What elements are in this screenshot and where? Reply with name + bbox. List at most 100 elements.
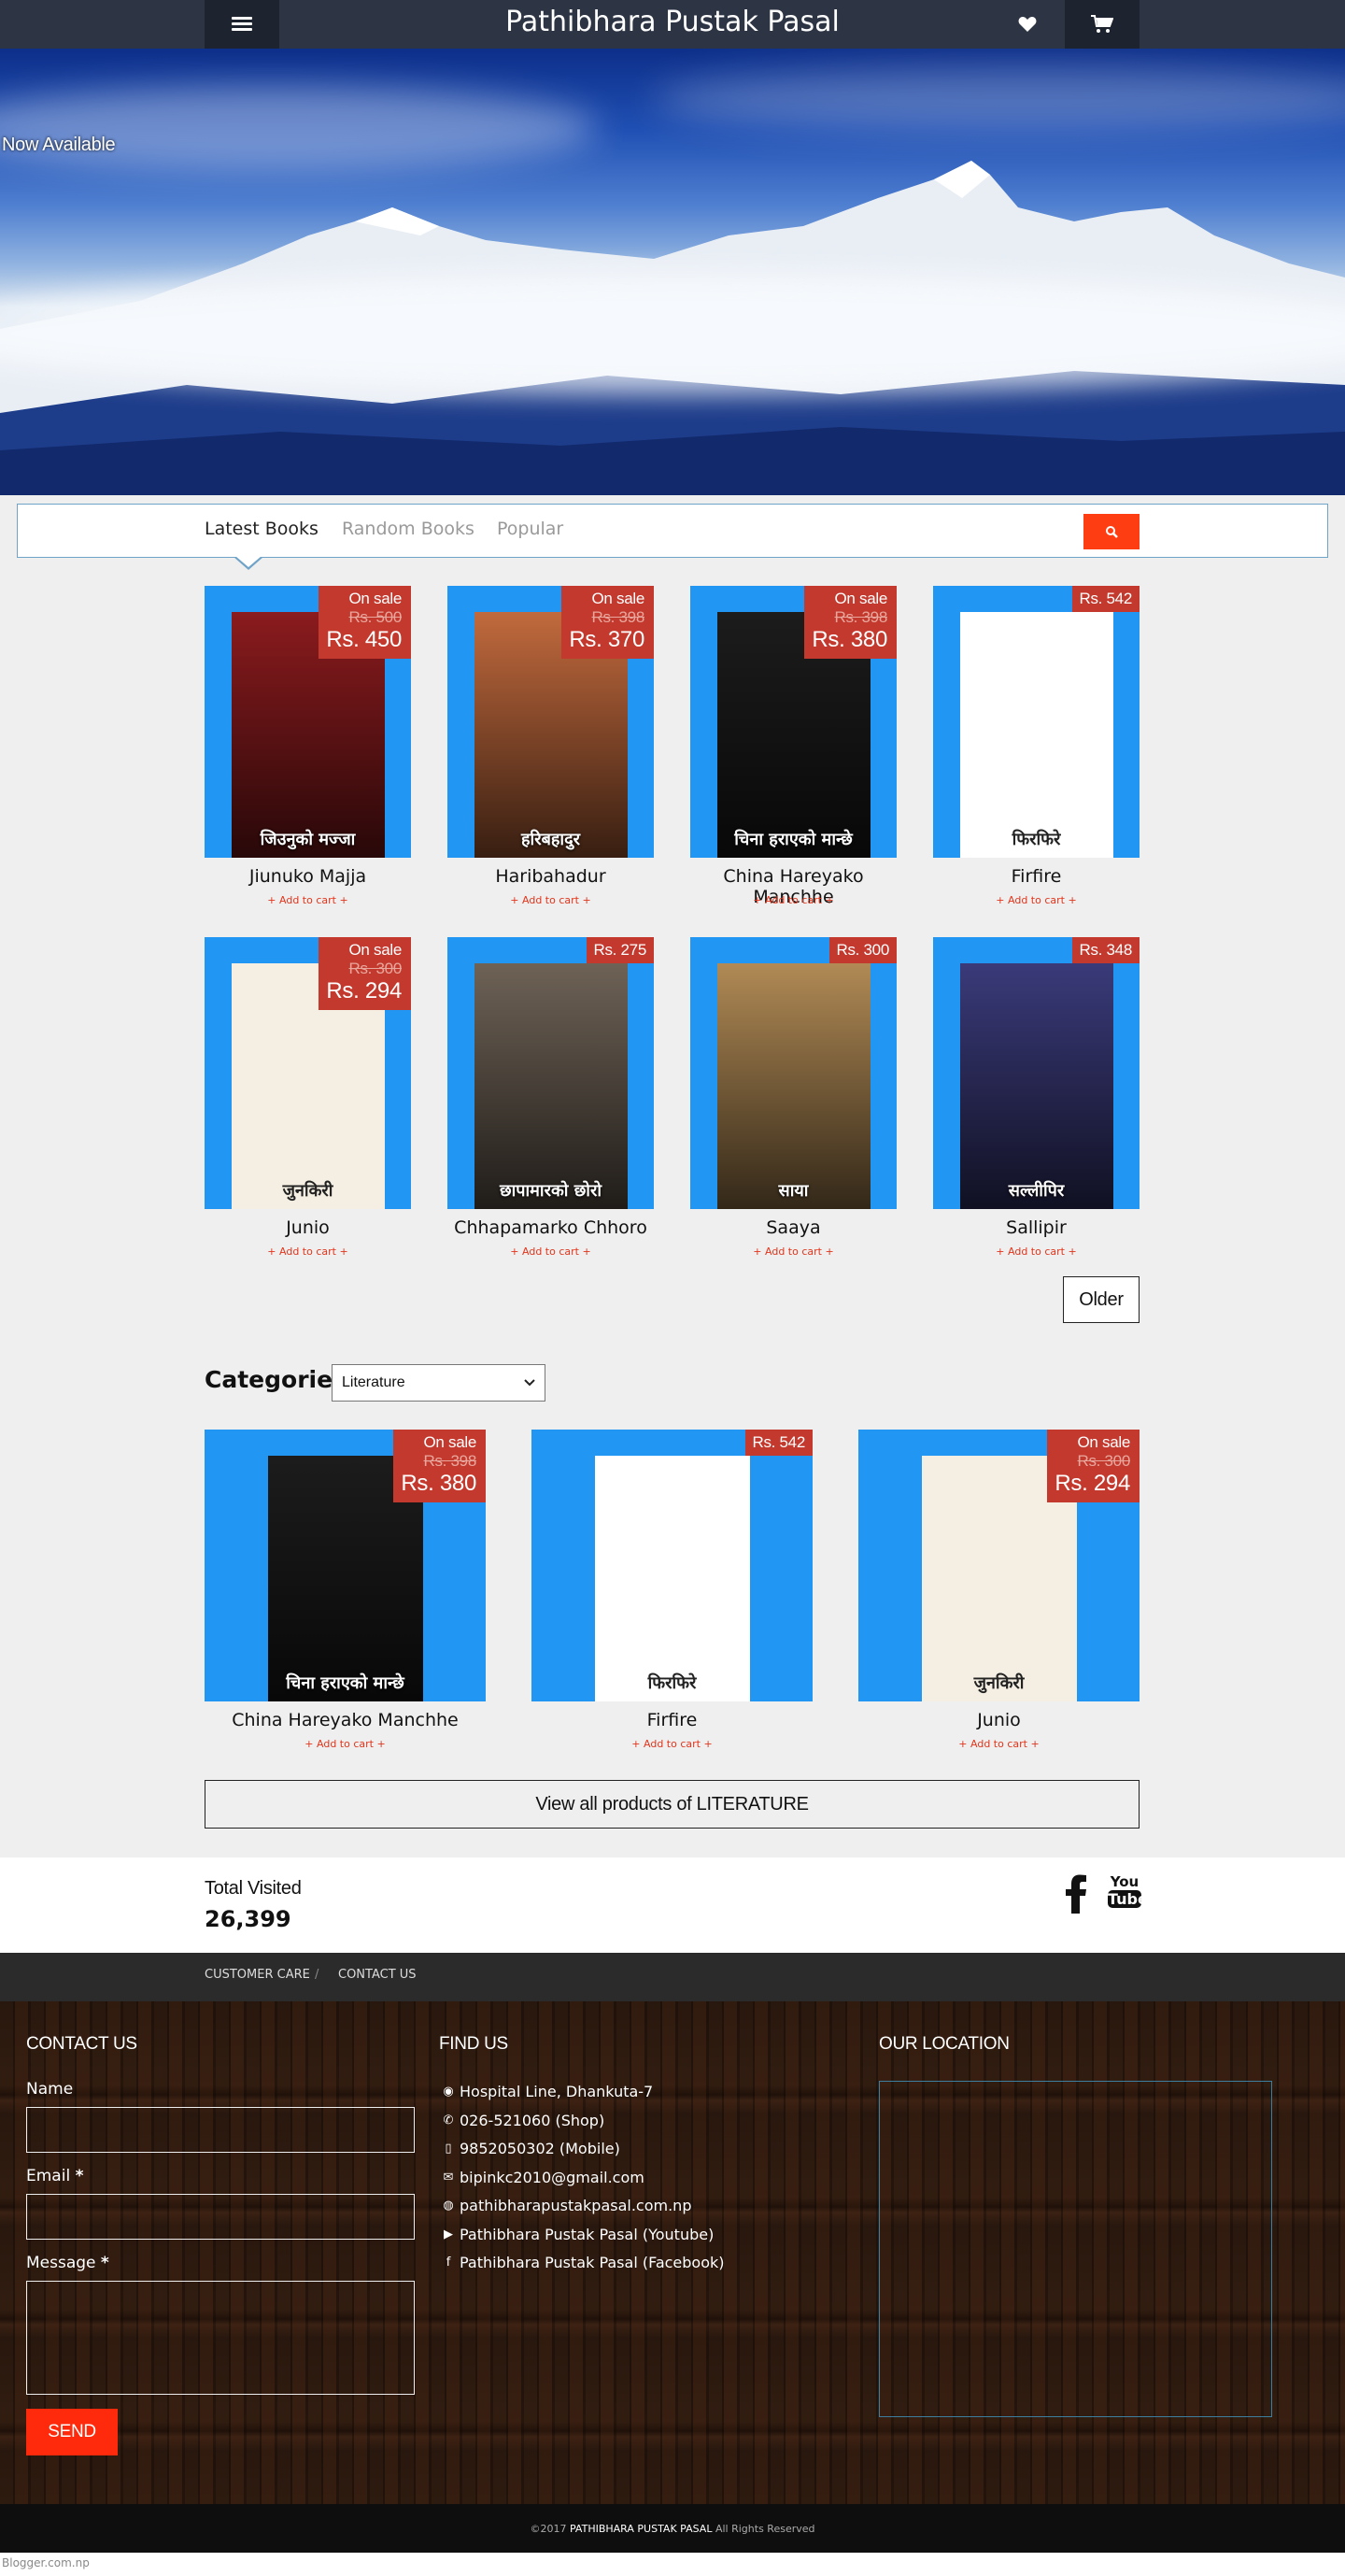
find-us-line[interactable]: ✉ bipinkc2010@gmail.com [443, 2169, 644, 2186]
hero-banner: Now Available [0, 49, 1345, 495]
book-cover-frame[interactable]: जिउनुको मज्जा On sale Rs. 500 Rs. 450 [205, 586, 411, 858]
book-title[interactable]: Firfire [933, 866, 1140, 887]
book-cover-frame[interactable]: साया Rs. 300 [690, 937, 897, 1209]
footer-link-contact-us[interactable]: CONTACT US [338, 1968, 417, 1982]
add-to-cart-link[interactable]: + Add to cart + [531, 1738, 813, 1750]
top-navbar: Pathibhara Pustak Pasal [0, 0, 1345, 49]
required-mark: * [100, 2254, 109, 2272]
add-to-cart-link[interactable]: + Add to cart + [933, 894, 1140, 906]
find-us-line[interactable]: ◍ pathibharapustakpasal.com.np [443, 2197, 691, 2214]
add-to-cart-link[interactable]: + Add to cart + [858, 1738, 1140, 1750]
youtube-icon[interactable]: You Tube [1108, 1874, 1148, 1915]
book-cover-frame[interactable]: चिना हराएको मान्छे On sale Rs. 398 Rs. 380 [205, 1430, 486, 1701]
message-field[interactable] [26, 2281, 415, 2395]
book-cover-frame[interactable]: जुनकिरी On sale Rs. 300 Rs. 294 [205, 937, 411, 1209]
price-badge: On sale Rs. 500 Rs. 450 [319, 586, 411, 659]
sale-price: Rs. 294 [326, 978, 402, 1003]
tab-latest-books[interactable]: Latest Books [205, 519, 319, 539]
book-cover-image[interactable]: सल्लीपिर [959, 963, 1113, 1209]
find-us-text: Pathibhara Pustak Pasal (Youtube) [460, 2225, 715, 2243]
price: Rs. 300 [836, 941, 890, 959]
facebook-icon[interactable] [1063, 1874, 1089, 1914]
book-cover-image[interactable]: फिरफिरे [959, 612, 1113, 858]
book-cover-image[interactable]: छापामारको छोरो [474, 963, 628, 1209]
old-price: Rs. 398 [834, 608, 888, 626]
view-all-category-button[interactable]: View all products of LITERATURE [205, 1780, 1140, 1829]
book-title[interactable]: Firfire [531, 1710, 813, 1730]
book-cover-frame[interactable]: चिना हराएको मान्छे On sale Rs. 398 Rs. 380 [690, 586, 897, 858]
send-button[interactable]: SEND [26, 2409, 118, 2455]
book-title[interactable]: Chhapamarko Chhoro [447, 1217, 654, 1238]
book-title[interactable]: Haribahadur [447, 866, 654, 887]
facebook-icon: f [446, 2256, 451, 2270]
price-badge: On sale Rs. 300 Rs. 294 [319, 937, 411, 1010]
footer-link-customer-care[interactable]: CUSTOMER CARE [205, 1968, 310, 1982]
book-cover-title: सल्लीपिर [1008, 1181, 1065, 1201]
add-to-cart-link[interactable]: + Add to cart + [205, 1738, 486, 1750]
price-badge: Rs. 300 [828, 937, 897, 963]
find-us-line[interactable]: ▶ Pathibhara Pustak Pasal (Youtube) [443, 2226, 714, 2243]
book-title[interactable]: China Hareyako Manchhe [205, 1710, 486, 1730]
old-price: Rs. 300 [348, 960, 403, 977]
menu-button[interactable] [205, 0, 279, 49]
book-cover-frame[interactable]: हरिबहादुर On sale Rs. 398 Rs. 370 [447, 586, 654, 858]
add-to-cart-link[interactable]: + Add to cart + [447, 1245, 654, 1258]
site-title[interactable]: Pathibhara Pustak Pasal [336, 6, 1009, 38]
add-to-cart-link[interactable]: + Add to cart + [447, 894, 654, 906]
category-select[interactable]: Literature [332, 1364, 545, 1402]
name-field[interactable] [26, 2107, 415, 2153]
book-cover-title: जुनकिरी [282, 1181, 333, 1201]
book-title[interactable]: Junio [205, 1217, 411, 1238]
book-title[interactable]: Jiunuko Majja [205, 866, 411, 887]
required-mark: * [75, 2167, 84, 2185]
message-label: Message [26, 2254, 96, 2272]
bottom-credit[interactable]: Blogger.com.np [2, 2556, 90, 2569]
mobile-icon: ▯ [445, 2142, 452, 2156]
find-us-line[interactable]: f Pathibhara Pustak Pasal (Facebook) [443, 2254, 725, 2271]
book-cover-frame[interactable]: छापामारको छोरो Rs. 275 [447, 937, 654, 1209]
price-badge: Rs. 542 [744, 1430, 813, 1456]
add-to-cart-link[interactable]: + Add to cart + [205, 1245, 411, 1258]
phone-icon: ✆ [443, 2113, 454, 2128]
book-title[interactable]: Sallipir [933, 1217, 1140, 1238]
copyright-suffix: All Rights Reserved [715, 2522, 815, 2535]
sale-price: Rs. 450 [326, 627, 402, 652]
search-button[interactable] [1083, 514, 1140, 549]
find-us-line: ▯ 9852050302 (Mobile) [443, 2140, 619, 2157]
bottom-strip: Blogger.com.np [0, 2553, 1345, 2576]
book-title[interactable]: Saaya [690, 1217, 897, 1238]
book-cover-title: साया [778, 1181, 809, 1201]
tab-random-books[interactable]: Random Books [342, 519, 474, 539]
book-cover-frame[interactable]: जुनकिरी On sale Rs. 300 Rs. 294 [858, 1430, 1140, 1701]
on-sale-label: On sale [348, 590, 403, 607]
add-to-cart-link[interactable]: + Add to cart + [933, 1245, 1140, 1258]
book-cover-frame[interactable]: फिरफिरे Rs. 542 [531, 1430, 813, 1701]
categories-title: Categories [205, 1366, 347, 1393]
add-to-cart-link[interactable]: + Add to cart + [205, 894, 411, 906]
location-map[interactable] [879, 2081, 1272, 2417]
copyright-bar: ©2017 PATHIBHARA PUSTAK PASAL All Rights… [0, 2504, 1345, 2553]
wishlist-button[interactable] [1009, 9, 1046, 39]
older-button[interactable]: Older [1063, 1276, 1140, 1323]
total-visited-count: 26,399 [205, 1906, 291, 1932]
book-cover-title: चिना हराएको मान्छे [734, 830, 853, 849]
book-cover-title: फिरफिरे [647, 1673, 697, 1693]
old-price: Rs. 398 [423, 1452, 477, 1470]
find-us-heading: FIND US [439, 2034, 508, 2054]
cart-button[interactable] [1065, 0, 1140, 49]
book-cover-frame[interactable]: फिरफिरे Rs. 542 [933, 586, 1140, 858]
add-to-cart-link[interactable]: + Add to cart + [690, 1245, 897, 1258]
search-icon [1106, 526, 1118, 538]
book-cover-image[interactable]: फिरफिरे [594, 1456, 750, 1701]
on-sale-label: On sale [591, 590, 645, 607]
name-label: Name [26, 2080, 74, 2099]
add-to-cart-link[interactable]: + Add to cart + [690, 894, 897, 906]
book-cover-image[interactable]: साया [716, 963, 871, 1209]
book-title[interactable]: Junio [858, 1710, 1140, 1730]
price-badge: Rs. 348 [1071, 937, 1140, 963]
email-field[interactable] [26, 2194, 415, 2240]
tab-popular[interactable]: Popular [497, 519, 563, 539]
globe-icon: ◍ [443, 2199, 454, 2213]
hamburger-icon [232, 17, 252, 32]
book-cover-frame[interactable]: सल्लीपिर Rs. 348 [933, 937, 1140, 1209]
